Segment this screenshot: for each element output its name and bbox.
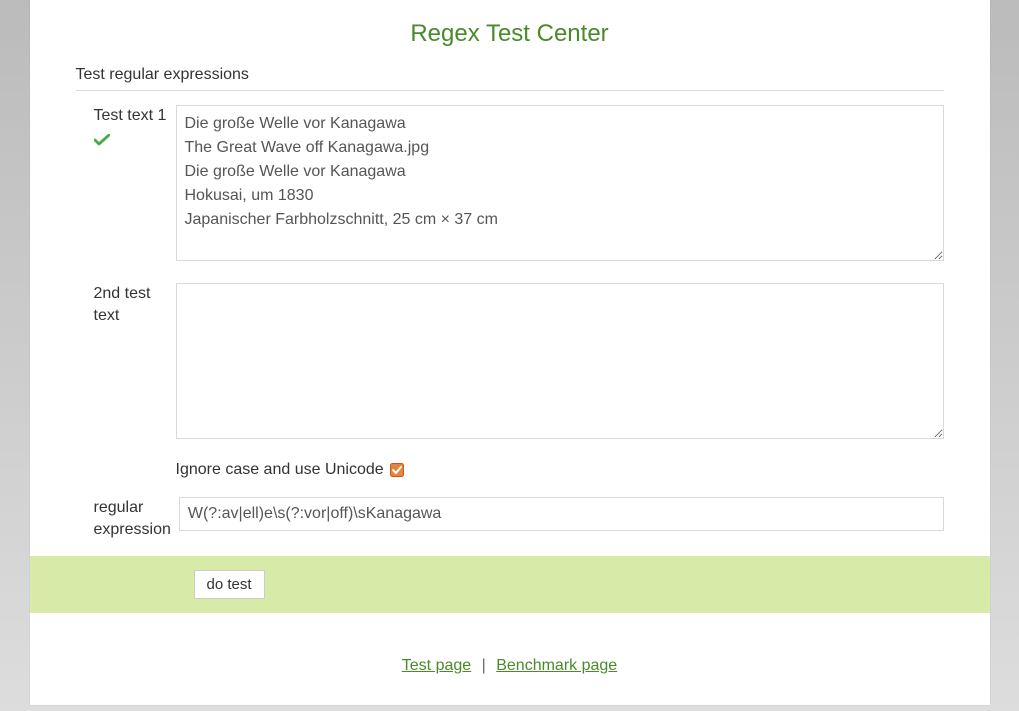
regex-input[interactable] [179, 497, 944, 531]
row-regex: regular expression [76, 497, 944, 542]
do-test-button[interactable]: do test [194, 570, 265, 599]
ignore-case-checkbox[interactable] [390, 463, 404, 477]
valid-check-icon [94, 131, 110, 153]
action-row: do test [30, 556, 990, 613]
page-container: Regex Test Center Test regular expressio… [30, 0, 990, 705]
form-legend: Test regular expressions [76, 66, 944, 91]
benchmark-page-link[interactable]: Benchmark page [496, 657, 617, 674]
test-text-2-input[interactable] [176, 283, 944, 439]
label-test-text-1: Test text 1 [76, 105, 176, 154]
ignore-case-label: Ignore case and use Unicode [176, 461, 384, 479]
label-test-text-2: 2nd test text [76, 283, 176, 328]
row-test-text-2: 2nd test text [76, 283, 944, 443]
test-text-1-input[interactable] [176, 105, 944, 261]
row-ignore-case: Ignore case and use Unicode [76, 461, 944, 479]
regex-form: Test regular expressions Test text 1 2nd… [30, 66, 990, 675]
label-regex: regular expression [76, 497, 179, 542]
page-title: Regex Test Center [30, 20, 990, 48]
label-text-1: Test text 1 [94, 107, 167, 124]
footer-links: Test page | Benchmark page [76, 657, 944, 675]
link-separator: | [476, 657, 492, 674]
test-page-link[interactable]: Test page [402, 657, 471, 674]
row-test-text-1: Test text 1 [76, 105, 944, 265]
